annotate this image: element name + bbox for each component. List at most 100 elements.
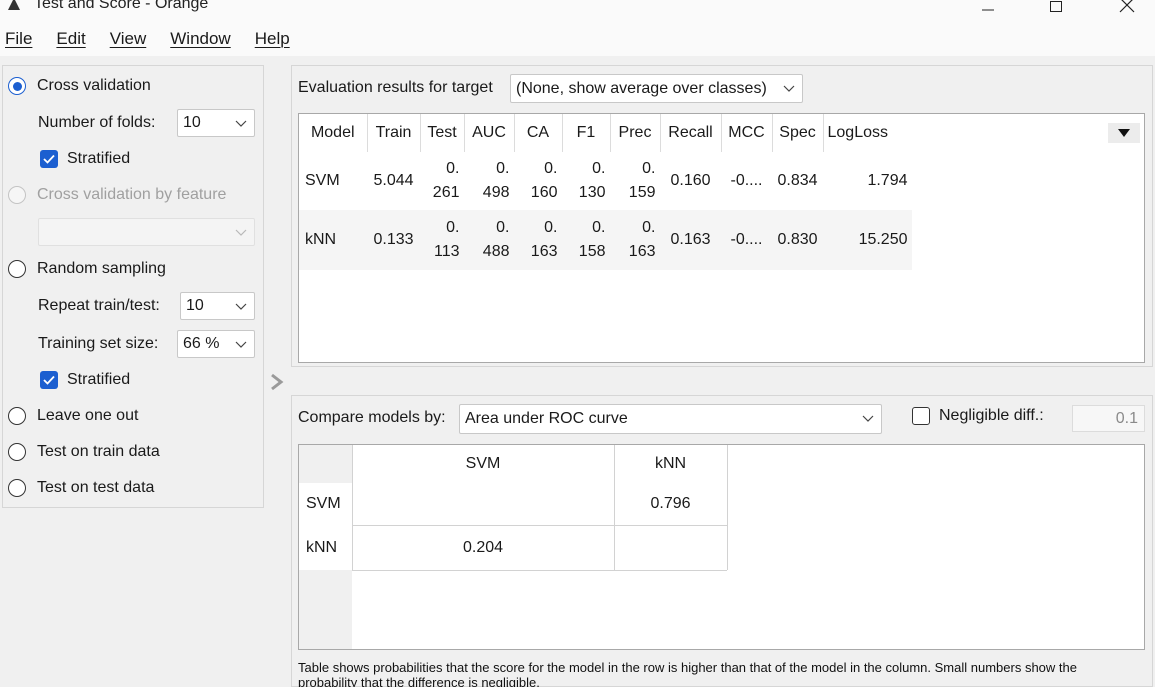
negligible-input: 0.1: [1072, 405, 1145, 432]
results-header-row: Model Train Test AUC CA F1 Prec Recall M…: [299, 114, 912, 152]
radio-unchecked-icon[interactable]: [8, 443, 26, 461]
column-menu-button[interactable]: [1108, 123, 1140, 143]
col-header[interactable]: F1: [562, 114, 611, 152]
chevron-down-icon: [235, 120, 247, 127]
chevron-down-icon: [235, 229, 247, 236]
stratified-2-label: Stratified: [67, 371, 131, 388]
maximize-icon: [1050, 1, 1062, 12]
radio-cv-by-feature[interactable]: Cross validation by feature: [8, 183, 226, 207]
checkbox-unchecked-icon[interactable]: [912, 407, 930, 425]
test-frac: 113: [433, 243, 460, 260]
triangle-down-icon: [1118, 129, 1130, 137]
recall-cell: 0.160: [670, 172, 711, 189]
logloss-cell: 15.250: [823, 210, 912, 270]
radio-cross-validation[interactable]: Cross validation: [8, 74, 151, 98]
col-header[interactable]: Test: [420, 114, 465, 152]
auc-cell: 0. 498: [464, 152, 514, 210]
col-header[interactable]: Train: [367, 114, 421, 152]
folds-combo[interactable]: 10: [177, 109, 255, 137]
minimize-button[interactable]: [965, 0, 1011, 20]
grid-line: [352, 525, 727, 526]
f1-cell: 0. 158: [562, 210, 610, 270]
repeat-combo[interactable]: 10: [180, 292, 255, 320]
f1-frac: 158: [578, 243, 606, 260]
auc-int: 0.: [496, 160, 510, 177]
table-row[interactable]: SVM 5.044 0. 261 0. 498 0. 160 0. 130 0. 159 …: [299, 152, 912, 210]
radio-leave-one-out[interactable]: Leave one out: [8, 404, 138, 428]
target-label: Evaluation results for target: [298, 79, 493, 96]
window-title: Test and Score - Orange: [34, 0, 209, 12]
auc-frac: 488: [482, 243, 510, 260]
ca-cell: 0. 160: [514, 152, 562, 210]
compare-metric-combo[interactable]: Area under ROC curve: [459, 404, 882, 434]
auc-int: 0.: [496, 219, 510, 236]
radio-unchecked-icon[interactable]: [8, 479, 26, 497]
menu-window[interactable]: Window: [170, 29, 230, 49]
train-size-combo[interactable]: 66 %: [177, 330, 255, 358]
ca-frac: 163: [530, 243, 558, 260]
radio-unchecked-icon[interactable]: [8, 260, 26, 278]
cell-knn-vs-svm: 0.204: [462, 538, 504, 556]
col-header[interactable]: AUC: [464, 114, 515, 152]
results-table: Model Train Test AUC CA F1 Prec Recall M…: [298, 113, 1145, 363]
train-cell: 5.044: [373, 172, 414, 189]
maximize-button[interactable]: [1033, 0, 1079, 20]
prec-cell: 0. 159: [610, 152, 660, 210]
stratified-2-checkbox[interactable]: Stratified: [40, 371, 130, 389]
negligible-checkbox[interactable]: Negligible diff.:: [912, 407, 1044, 425]
menu-file[interactable]: File: [5, 29, 32, 49]
train-cell: 0.133: [367, 210, 420, 270]
menu-bar: File Edit View Window Help: [0, 22, 1155, 56]
random-sampling-label: Random sampling: [37, 260, 166, 277]
comparison-footnote: Table shows probabilities that the score…: [298, 660, 1077, 687]
radio-checked-icon[interactable]: [8, 77, 26, 95]
col-header[interactable]: Spec: [772, 114, 824, 152]
mcc-cell: -0....: [721, 210, 772, 270]
chevron-right-icon[interactable]: [268, 372, 286, 392]
checkbox-checked-icon[interactable]: [40, 371, 58, 389]
auc-cell: 0. 488: [464, 210, 514, 270]
radio-test-on-train[interactable]: Test on train data: [8, 440, 160, 464]
grid-line: [727, 445, 728, 570]
f1-int: 0.: [592, 219, 606, 236]
ca-int: 0.: [544, 160, 558, 177]
model-cell: kNN: [299, 210, 367, 270]
chevron-down-icon: [235, 341, 247, 348]
col-header[interactable]: MCC: [721, 114, 773, 152]
prec-cell: 0. 163: [610, 210, 660, 270]
menu-edit[interactable]: Edit: [56, 29, 85, 49]
radio-test-on-test[interactable]: Test on test data: [8, 476, 154, 500]
cell-svm-vs-knn: 0.796: [650, 495, 691, 512]
radio-random-sampling[interactable]: Random sampling: [8, 257, 166, 281]
checkbox-checked-icon[interactable]: [40, 150, 58, 168]
menu-view[interactable]: View: [110, 29, 147, 49]
col-header[interactable]: LogLoss: [823, 114, 912, 152]
menu-help[interactable]: Help: [255, 29, 290, 49]
compare-label: Compare models by:: [298, 409, 446, 426]
col-header[interactable]: CA: [514, 114, 563, 152]
ca-int: 0.: [544, 219, 558, 236]
col-header[interactable]: Prec: [610, 114, 661, 152]
cross-validation-label: Cross validation: [37, 77, 151, 94]
comparison-table: SVM kNN SVM kNN 0.796 0.204: [298, 444, 1145, 650]
orange-app-icon: [8, 0, 20, 10]
spec-cell: 0.830: [772, 210, 823, 270]
recall-cell: 0.163: [660, 210, 721, 270]
minimize-icon: [982, 9, 994, 11]
f1-cell: 0. 130: [562, 152, 610, 210]
col-header[interactable]: Model: [299, 114, 368, 152]
close-button[interactable]: [1104, 0, 1150, 20]
test-int: 0.: [446, 219, 460, 236]
stratified-checkbox[interactable]: Stratified: [40, 150, 130, 168]
col-header[interactable]: Recall: [660, 114, 722, 152]
model-cell: SVM: [305, 172, 340, 189]
ca-cell: 0. 163: [514, 210, 562, 270]
feature-combo: [38, 218, 255, 246]
repeat-label: Repeat train/test:: [38, 297, 160, 314]
radio-unchecked-icon[interactable]: [8, 407, 26, 425]
target-combo[interactable]: (None, show average over classes): [510, 74, 803, 103]
compare-metric-value: Area under ROC curve: [465, 410, 628, 427]
close-icon: [1119, 0, 1135, 13]
test-int: 0.: [446, 160, 460, 177]
table-row[interactable]: kNN 0.133 0. 113 0. 488 0. 163 0. 158 0. 163 …: [299, 210, 912, 270]
